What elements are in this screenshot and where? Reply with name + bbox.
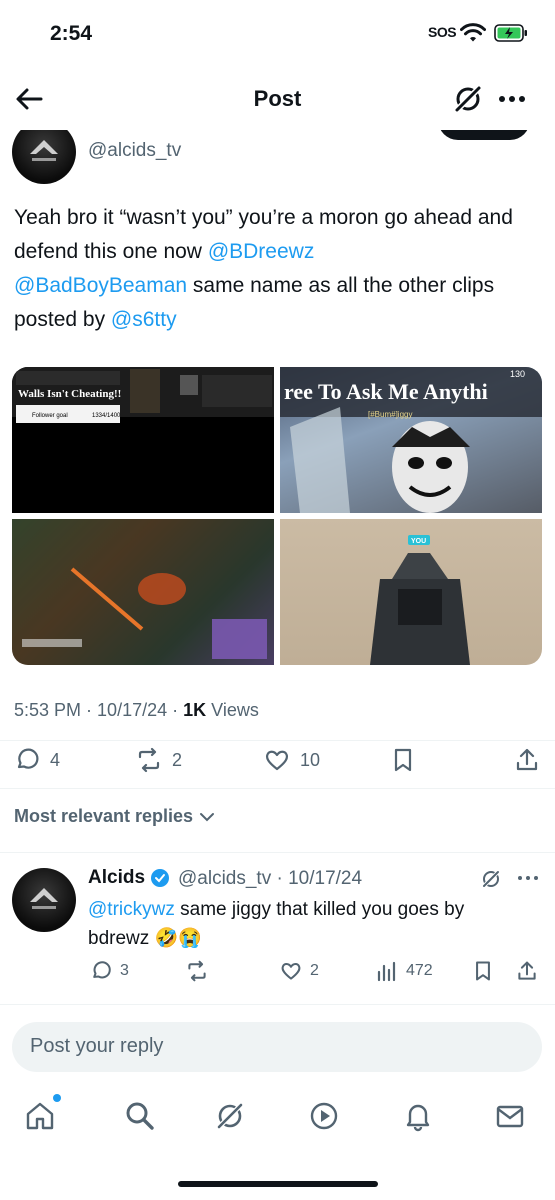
- mention-link[interactable]: @BadBoyBeaman: [14, 274, 187, 297]
- bell-icon: [406, 1104, 430, 1132]
- avatar[interactable]: [12, 868, 76, 932]
- tile1-goal: Follower goal: [32, 413, 68, 419]
- tab-grok[interactable]: [214, 1100, 246, 1132]
- analytics-icon: [377, 961, 396, 982]
- tab-notifications[interactable]: [402, 1100, 434, 1132]
- status-time: 2:54: [50, 22, 93, 45]
- reply-author-label: Alcids: [88, 867, 146, 888]
- tile4-tag: YOU: [411, 538, 426, 545]
- reply-text: @trickywz same jiggy that killed you goe…: [88, 895, 528, 953]
- reply-views-button[interactable]: 472: [376, 960, 433, 982]
- views-label: Views: [211, 700, 259, 720]
- bookmark-button[interactable]: [390, 747, 416, 773]
- battery-icon: [494, 24, 527, 42]
- reply-input-placeholder: Post your reply: [30, 1035, 164, 1057]
- media-image-1[interactable]: Walls Isn't Cheating!! Follower goal 133…: [12, 367, 274, 513]
- reply-like-count: 2: [310, 962, 319, 979]
- divider: [0, 788, 555, 789]
- post-time: 5:53 PM: [14, 700, 82, 720]
- search-icon: [126, 1102, 154, 1130]
- reply-sort-dropdown[interactable]: Most relevant replies: [14, 806, 215, 827]
- tab-video[interactable]: [308, 1100, 340, 1132]
- author-handle[interactable]: @alcids_tv: [88, 140, 181, 162]
- share-icon: [518, 961, 536, 980]
- grok-icon[interactable]: [452, 83, 484, 115]
- more-options-icon[interactable]: [516, 868, 540, 888]
- repost-count: 2: [172, 749, 183, 770]
- reply-share-button[interactable]: [516, 960, 538, 982]
- notification-dot: [53, 1094, 61, 1102]
- post-text: Yeah bro it “wasn’t you” you’re a moron …: [14, 201, 540, 337]
- reply-button[interactable]: 4: [14, 747, 60, 773]
- reply-icon: [17, 748, 39, 769]
- reply-count: 4: [50, 749, 61, 770]
- grok-icon[interactable]: [480, 868, 502, 890]
- bottom-tab-bar: [0, 1092, 555, 1152]
- reply-input[interactable]: Post your reply: [12, 1022, 542, 1072]
- reply-reply-button[interactable]: 3: [90, 960, 129, 982]
- divider: [0, 1004, 555, 1005]
- mention-link[interactable]: @trickywz: [88, 899, 175, 920]
- reply-repost-button[interactable]: [186, 960, 208, 982]
- home-icon: [26, 1102, 54, 1130]
- tab-messages[interactable]: [494, 1100, 526, 1132]
- repost-icon: [188, 960, 206, 982]
- post-date: 10/17/24: [97, 700, 168, 720]
- sos-indicator: SOS: [428, 24, 457, 40]
- tab-search[interactable]: [124, 1100, 156, 1132]
- media-image-2[interactable]: ree To Ask Me Anythi 130 [#Bum#]iggy: [280, 367, 542, 513]
- mention-link[interactable]: @s6tty: [111, 308, 177, 331]
- tab-home[interactable]: [24, 1100, 56, 1132]
- mention-link[interactable]: @BDreewz: [208, 240, 315, 263]
- tile2-tag: [#Bum#]iggy: [368, 410, 412, 419]
- media-image-4[interactable]: YOU: [280, 519, 542, 665]
- share-button[interactable]: [514, 747, 540, 773]
- reply-like-button[interactable]: 2: [280, 960, 319, 982]
- reply-handle-date[interactable]: @alcids_tv · 10/17/24: [178, 868, 362, 890]
- verified-badge-icon: [151, 869, 170, 887]
- divider: [0, 852, 555, 853]
- reply-bookmark-button[interactable]: [472, 960, 494, 982]
- tile1-banner: Walls Isn't Cheating!!: [18, 388, 121, 400]
- wifi-icon: [460, 23, 486, 42]
- tile1-goal-value: 1334/1400: [92, 413, 121, 419]
- post-meta: 5:53 PM · 10/17/24 · 1K Views: [14, 700, 259, 720]
- grok-icon: [216, 1102, 244, 1130]
- bookmark-icon: [394, 748, 412, 772]
- reply-icon: [93, 961, 111, 979]
- bookmark-icon: [476, 961, 490, 981]
- more-options-icon[interactable]: [497, 85, 527, 113]
- mail-icon: [496, 1105, 524, 1128]
- reply-views-count: 472: [406, 962, 433, 979]
- tile2-banner: ree To Ask Me Anythi: [284, 379, 488, 404]
- repost-icon: [138, 747, 160, 773]
- reply-reply-count: 3: [120, 962, 129, 979]
- divider: [0, 740, 555, 741]
- like-count: 10: [300, 749, 321, 770]
- media-grid: Walls Isn't Cheating!! Follower goal 133…: [12, 367, 542, 665]
- play-icon: [310, 1102, 338, 1130]
- chevron-down-icon: [200, 812, 215, 821]
- home-indicator: [178, 1181, 378, 1187]
- heart-icon: [265, 750, 289, 771]
- status-bar: 2:54 SOS: [0, 0, 555, 66]
- top-nav: Post: [0, 66, 555, 130]
- reply-sort-label: Most relevant replies: [14, 806, 194, 826]
- share-icon: [516, 748, 538, 771]
- reply-author-name[interactable]: Alcids: [88, 867, 170, 889]
- media-image-3[interactable]: [12, 519, 274, 665]
- views-count: 1K: [183, 700, 207, 720]
- heart-icon: [281, 963, 301, 980]
- tile2-viewers: 130: [510, 369, 525, 379]
- like-button[interactable]: 10: [264, 747, 320, 773]
- repost-button[interactable]: 2: [136, 747, 182, 773]
